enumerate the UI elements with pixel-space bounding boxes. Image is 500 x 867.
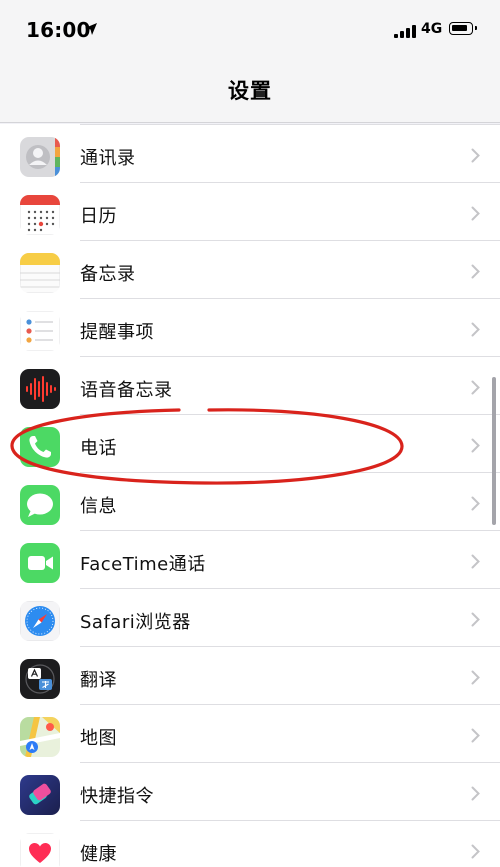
navigation-bar: 设置 xyxy=(0,60,500,123)
voice-memos-icon xyxy=(20,369,60,409)
chevron-right-icon xyxy=(471,496,480,511)
facetime-icon xyxy=(20,543,60,583)
network-type: 4G xyxy=(421,21,443,37)
chevron-right-icon xyxy=(471,148,480,163)
settings-item-label: 信息 xyxy=(80,496,117,517)
contacts-icon xyxy=(20,137,60,177)
settings-item-health[interactable]: 健康 xyxy=(0,821,500,867)
settings-list[interactable]: 通讯录 日历 备忘录 提醒事项 语音备忘录 电话 信息 FaceTime通话 S… xyxy=(0,124,500,867)
status-time: 16:00 xyxy=(26,18,91,42)
cellular-signal-icon xyxy=(394,24,416,38)
reminders-icon xyxy=(20,311,60,351)
settings-item-calendar[interactable]: 日历 xyxy=(0,183,500,241)
settings-item-label: 通讯录 xyxy=(80,148,136,169)
battery-icon xyxy=(449,22,477,35)
chevron-right-icon xyxy=(471,670,480,685)
chevron-right-icon xyxy=(471,206,480,221)
settings-item-voice-memos[interactable]: 语音备忘录 xyxy=(0,357,500,415)
messages-icon xyxy=(20,485,60,525)
chevron-right-icon xyxy=(471,264,480,279)
settings-item-facetime[interactable]: FaceTime通话 xyxy=(0,531,500,589)
maps-icon xyxy=(20,717,60,757)
settings-item-label: 电话 xyxy=(80,438,117,459)
settings-item-label: 翻译 xyxy=(80,670,117,691)
settings-item-label: 快捷指令 xyxy=(80,786,154,807)
settings-item-messages[interactable]: 信息 xyxy=(0,473,500,531)
chevron-right-icon xyxy=(471,612,480,627)
chevron-right-icon xyxy=(471,786,480,801)
settings-item-label: 健康 xyxy=(80,844,117,865)
calendar-icon xyxy=(20,195,60,235)
chevron-right-icon xyxy=(471,554,480,569)
shortcuts-icon xyxy=(20,775,60,815)
chevron-right-icon xyxy=(471,844,480,859)
settings-item-label: 地图 xyxy=(80,728,117,749)
scroll-indicator[interactable] xyxy=(492,377,496,525)
settings-item-label: 日历 xyxy=(80,206,117,227)
settings-item-phone[interactable]: 电话 xyxy=(0,415,500,473)
settings-item-contacts[interactable]: 通讯录 xyxy=(0,125,500,183)
chevron-right-icon xyxy=(471,380,480,395)
settings-item-maps[interactable]: 地图 xyxy=(0,705,500,763)
settings-item-label: FaceTime通话 xyxy=(80,554,206,575)
health-icon xyxy=(20,833,60,867)
settings-item-label: 语音备忘录 xyxy=(80,380,173,401)
settings-item-label: 提醒事项 xyxy=(80,322,154,343)
settings-item-shortcuts[interactable]: 快捷指令 xyxy=(0,763,500,821)
chevron-right-icon xyxy=(471,438,480,453)
notes-icon xyxy=(20,253,60,293)
settings-item-label: Safari浏览器 xyxy=(80,612,191,633)
settings-item-label: 备忘录 xyxy=(80,264,136,285)
settings-item-safari[interactable]: Safari浏览器 xyxy=(0,589,500,647)
chevron-right-icon xyxy=(471,728,480,743)
safari-icon xyxy=(20,601,60,641)
translate-icon xyxy=(20,659,60,699)
location-arrow-icon xyxy=(85,23,97,35)
settings-item-translate[interactable]: 翻译 xyxy=(0,647,500,705)
settings-item-notes[interactable]: 备忘录 xyxy=(0,241,500,299)
settings-item-reminders[interactable]: 提醒事项 xyxy=(0,299,500,357)
phone-icon xyxy=(20,427,60,467)
page-title: 设置 xyxy=(228,79,272,103)
status-bar: 16:00 4G xyxy=(0,0,500,60)
chevron-right-icon xyxy=(471,322,480,337)
